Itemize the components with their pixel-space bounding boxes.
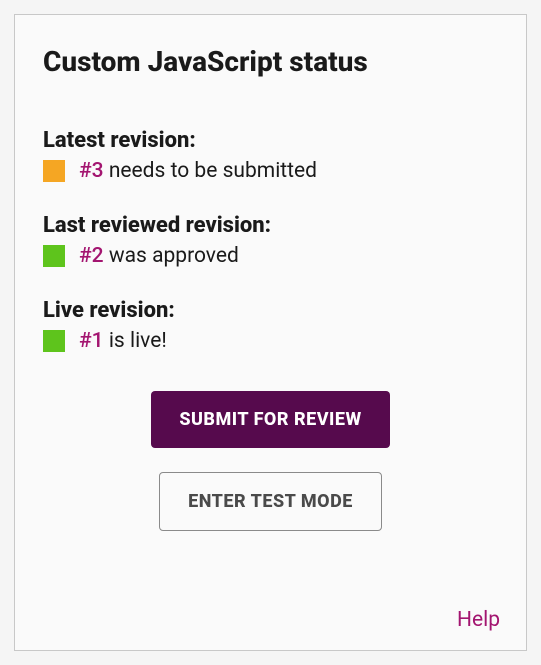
help-link[interactable]: Help: [457, 608, 500, 632]
status-swatch-live-icon: [43, 330, 65, 352]
latest-revision-number: #3: [79, 159, 104, 183]
latest-revision-status: needs to be submitted: [104, 159, 317, 183]
live-revision-number: #1: [79, 329, 104, 353]
live-revision-block: Live revision: #1 is live!: [43, 298, 498, 353]
live-revision-heading: Live revision:: [43, 298, 498, 323]
enter-test-mode-button[interactable]: Enter test mode: [159, 472, 382, 531]
live-revision-row: #1 is live!: [43, 329, 498, 353]
live-revision-text: #1 is live!: [79, 329, 167, 353]
latest-revision-text: #3 needs to be submitted: [79, 159, 317, 183]
latest-revision-block: Latest revision: #3 needs to be submitte…: [43, 128, 498, 183]
last-reviewed-revision-status: was approved: [104, 244, 239, 268]
last-reviewed-revision-heading: Last reviewed revision:: [43, 213, 498, 238]
latest-revision-row: #3 needs to be submitted: [43, 159, 498, 183]
last-reviewed-revision-row: #2 was approved: [43, 244, 498, 268]
status-panel: Custom JavaScript status Latest revision…: [14, 14, 527, 651]
status-swatch-pending-icon: [43, 160, 65, 182]
panel-title: Custom JavaScript status: [43, 45, 498, 78]
last-reviewed-revision-number: #2: [79, 244, 104, 268]
last-reviewed-revision-text: #2 was approved: [79, 244, 239, 268]
button-stack: Submit for review Enter test mode: [43, 391, 498, 531]
status-swatch-approved-icon: [43, 245, 65, 267]
live-revision-status: is live!: [104, 329, 167, 353]
submit-for-review-button[interactable]: Submit for review: [151, 391, 389, 448]
last-reviewed-revision-block: Last reviewed revision: #2 was approved: [43, 213, 498, 268]
latest-revision-heading: Latest revision:: [43, 128, 498, 153]
